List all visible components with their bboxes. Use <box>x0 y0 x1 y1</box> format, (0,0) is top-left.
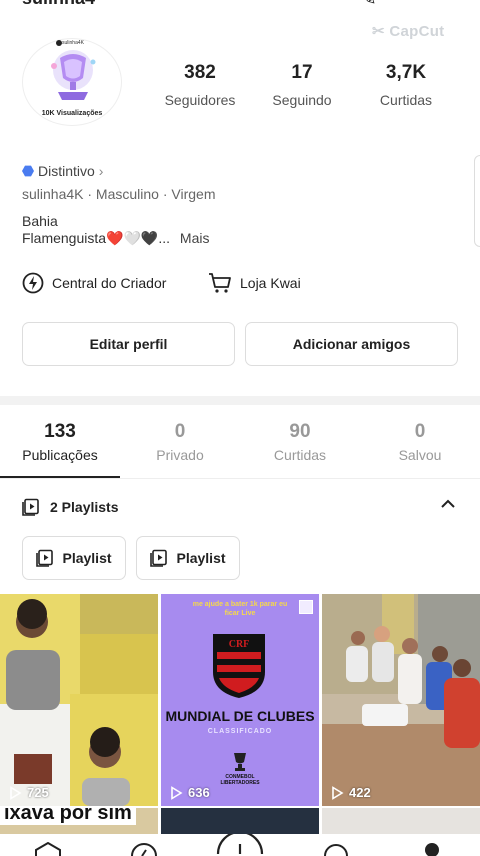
tab-label: Salvou <box>398 447 442 463</box>
tab-label: Curtidas <box>273 447 327 463</box>
playlist-icon <box>150 549 168 567</box>
video-thumbnail <box>322 594 480 806</box>
tile-overlay-sub: CLASSIFICADO <box>207 728 273 735</box>
shop-link[interactable]: Loja Kwai <box>208 272 301 294</box>
playlists-header[interactable]: 2 Playlists <box>22 498 119 516</box>
capcut-logo-icon: ✂ <box>372 23 390 40</box>
playlist-button[interactable]: Playlist <box>22 536 126 580</box>
bio-line-1: Bahia <box>22 213 58 229</box>
stat-value: 382 <box>184 62 216 83</box>
playlist-label: Playlist <box>62 550 112 566</box>
trophy-icon <box>51 50 96 100</box>
play-icon <box>171 785 183 800</box>
create-button-icon[interactable] <box>216 834 264 854</box>
playlists-title: 2 Playlists <box>50 499 119 515</box>
trophy-icon <box>234 753 246 771</box>
cart-icon <box>209 273 231 293</box>
view-count: 422 <box>330 785 371 800</box>
stat-likes[interactable]: 3,7K Curtidas <box>366 62 446 108</box>
view-count-value: 725 <box>27 785 49 800</box>
view-count-value: 422 <box>349 785 371 800</box>
view-count: 636 <box>169 785 210 800</box>
stat-label: Seguindo <box>272 92 332 108</box>
chevron-up-icon[interactable] <box>440 496 456 517</box>
tab-publications[interactable]: 133 Publicações <box>0 421 120 463</box>
lightning-icon <box>22 272 44 294</box>
capcut-watermark: ✂ CapCut <box>372 23 445 40</box>
playlist-button[interactable]: Playlist <box>136 536 240 580</box>
more-link[interactable]: Mais <box>180 230 210 246</box>
profile-meta: sulinha4K · Masculino · Virgem <box>22 186 216 202</box>
bio-line-2: Flamenguista❤️🤍🖤... Mais <box>22 230 209 247</box>
tab-count: 0 <box>174 421 186 442</box>
badge-link[interactable]: Distintivo › <box>22 163 103 179</box>
creator-center-label: Central do Criador <box>52 275 167 291</box>
tab-private[interactable]: 0 Privado <box>120 421 240 463</box>
tab-label: Publicações <box>22 447 98 463</box>
video-tile[interactable]: 725 <box>0 594 158 806</box>
playlist-label: Playlist <box>176 550 226 566</box>
avatar-small-label: sulinha4K <box>62 40 84 46</box>
avatar-caption: 10K Visualizações <box>41 110 103 117</box>
badge-label: Distintivo <box>38 163 95 179</box>
svg-text:CRF: CRF <box>229 639 250 650</box>
view-count: 725 <box>8 785 49 800</box>
tab-count: 0 <box>414 421 426 442</box>
tab-saved[interactable]: 0 Salvou <box>360 421 480 463</box>
chevron-right-icon: › <box>98 163 104 179</box>
shop-label: Loja Kwai <box>240 275 301 291</box>
add-friends-button[interactable]: Adicionar amigos <box>245 322 458 366</box>
badge-icon <box>22 165 34 177</box>
top-header: sulinha4 ✎ <box>0 0 480 10</box>
tab-likes[interactable]: 90 Curtidas <box>240 421 360 463</box>
tile-overlay-main: MUNDIAL DE CLUBES <box>165 708 315 724</box>
playlist-icon <box>36 549 54 567</box>
view-count-value: 636 <box>188 785 210 800</box>
play-icon <box>10 785 22 800</box>
username-title: sulinha4 <box>22 0 95 9</box>
bottom-nav <box>0 834 480 856</box>
video-tile[interactable]: me ajude a bater 1k parar eu ficar Live … <box>161 594 319 806</box>
stat-following[interactable]: 17 Seguindo <box>262 62 342 108</box>
tab-count: 133 <box>44 421 76 442</box>
edit-icon[interactable]: ✎ <box>360 0 377 10</box>
creator-center-link[interactable]: Central do Criador <box>22 272 166 294</box>
side-handle[interactable] <box>474 155 480 247</box>
video-caption: ixava por sim <box>0 808 136 825</box>
bio-text: Flamenguista❤️🤍🖤... <box>22 230 171 246</box>
tab-label: Privado <box>156 447 204 463</box>
stat-label: Curtidas <box>379 92 433 108</box>
stat-value: 3,7K <box>385 62 427 83</box>
flamengo-crest-icon: CRF <box>213 634 265 698</box>
edit-profile-button[interactable]: Editar perfil <box>22 322 235 366</box>
tab-separator <box>0 478 480 479</box>
avatar[interactable]: sulinha4K 10K Visualizações <box>22 38 122 126</box>
video-tile[interactable]: 422 <box>322 594 480 806</box>
stat-value: 17 <box>291 62 313 83</box>
active-tab-indicator <box>0 476 120 478</box>
stat-label: Seguidores <box>164 92 236 108</box>
video-thumbnail <box>0 594 158 806</box>
tab-count: 90 <box>289 421 311 442</box>
tile-overlay-top: me ajude a bater 1k parar eu ficar Live <box>192 601 288 617</box>
playlist-icon <box>22 498 39 516</box>
stat-followers[interactable]: 382 Seguidores <box>160 62 240 108</box>
play-icon <box>332 785 344 800</box>
image-icon <box>299 600 313 614</box>
section-divider <box>0 396 480 405</box>
